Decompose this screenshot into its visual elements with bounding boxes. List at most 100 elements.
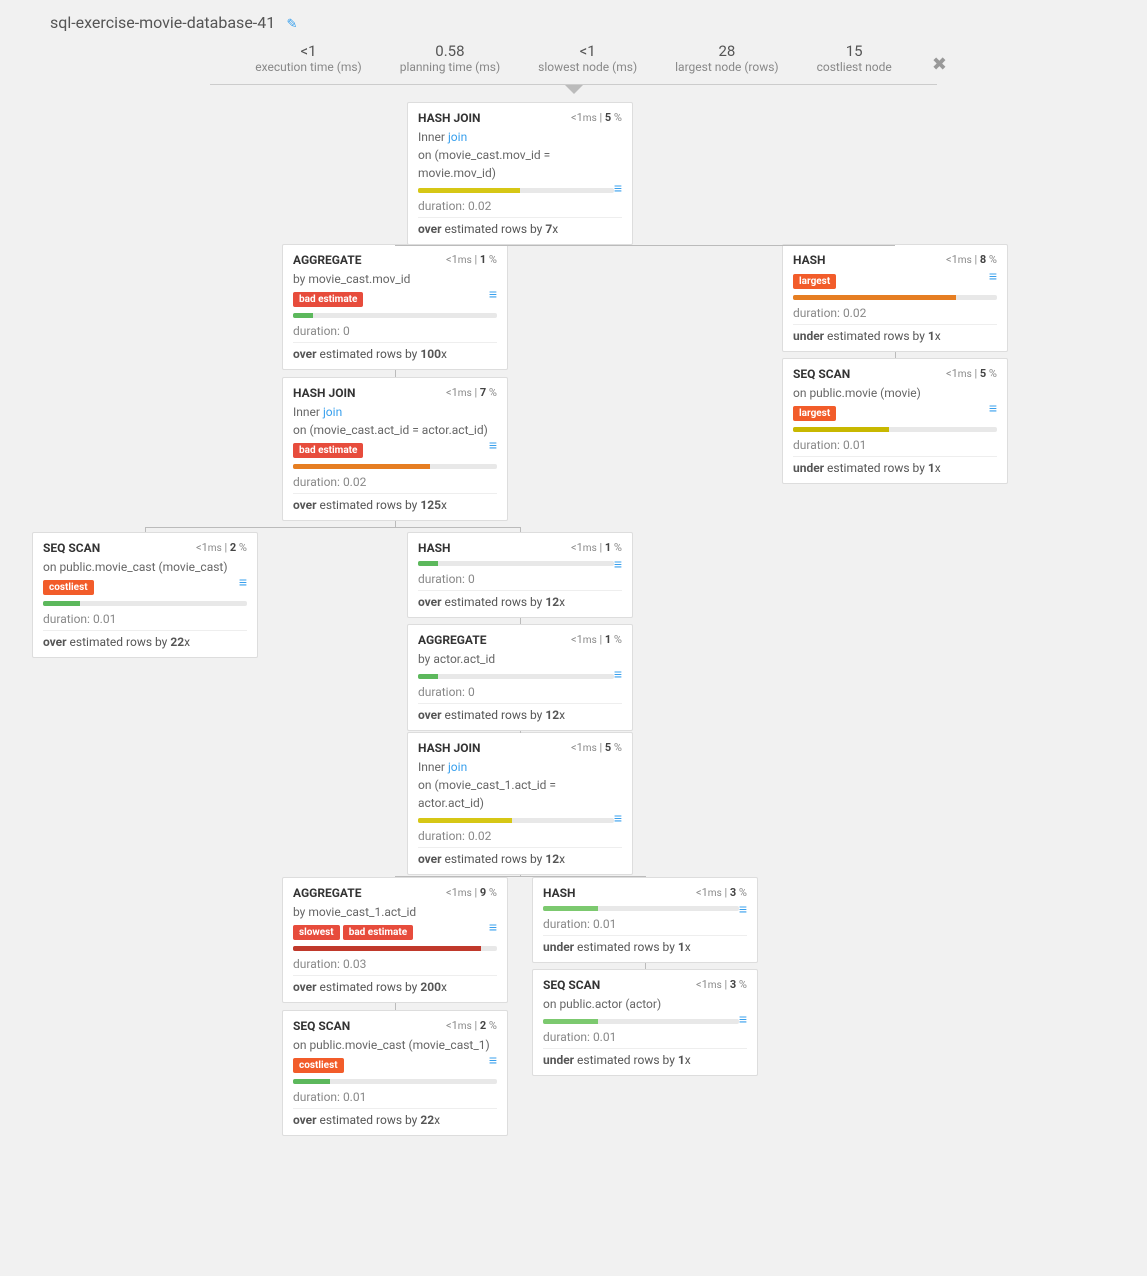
plan-node[interactable]: HASH JOIN <1ms | 5 % Inner joinon (movie… <box>407 102 633 245</box>
badge: largest <box>793 274 836 289</box>
node-meta: <1ms | 5 % <box>571 111 622 124</box>
database-icon: ≡ <box>614 666 622 683</box>
duration: duration: 0.03 <box>293 957 497 971</box>
database-icon: ≡ <box>739 1011 747 1028</box>
duration: duration: 0 <box>418 572 622 586</box>
node-title: SEQ SCAN <box>793 367 850 381</box>
plan-node[interactable]: AGGREGATE <1ms | 9 % by movie_cast_1.act… <box>282 877 508 1003</box>
estimate: under estimated rows by 1x <box>543 1048 747 1067</box>
node-title: AGGREGATE <box>293 886 361 900</box>
node-meta: <1ms | 3 % <box>696 886 747 899</box>
plan-node[interactable]: SEQ SCAN <1ms | 2 % on public.movie_cast… <box>282 1010 508 1136</box>
arrow-down-icon <box>565 85 583 94</box>
badge: bad estimate <box>293 292 363 307</box>
plan-node[interactable]: SEQ SCAN <1ms | 3 % on public.actor (act… <box>532 969 758 1076</box>
progress-bar <box>543 1019 739 1024</box>
plan-node[interactable]: AGGREGATE <1ms | 1 % by actor.act_id≡ du… <box>407 624 633 731</box>
estimate: under estimated rows by 1x <box>793 324 997 343</box>
node-title: HASH JOIN <box>418 111 480 125</box>
progress-bar <box>293 946 497 951</box>
plan-tree: HASH JOIN <1ms | 5 % Inner joinon (movie… <box>0 102 1147 1232</box>
node-title: SEQ SCAN <box>43 541 100 555</box>
estimate: over estimated rows by 12x <box>418 590 622 609</box>
duration: duration: 0 <box>418 685 622 699</box>
progress-bar <box>793 427 997 432</box>
plan-node[interactable]: SEQ SCAN <1ms | 5 % on public.movie (mov… <box>782 358 1008 484</box>
estimate: over estimated rows by 22x <box>293 1108 497 1127</box>
close-icon[interactable]: ✖ <box>932 54 947 75</box>
database-icon: ≡ <box>739 901 747 918</box>
duration: duration: 0.01 <box>43 612 247 626</box>
node-meta: <1ms | 1 % <box>446 253 497 266</box>
progress-bar <box>793 295 997 300</box>
estimate: over estimated rows by 12x <box>418 703 622 722</box>
progress-bar <box>418 188 614 193</box>
estimate: under estimated rows by 1x <box>543 935 747 954</box>
duration: duration: 0.02 <box>793 306 997 320</box>
progress-bar <box>418 674 614 679</box>
database-icon: ≡ <box>239 574 247 591</box>
node-title: HASH <box>543 886 576 900</box>
plan-node[interactable]: SEQ SCAN <1ms | 2 % on public.movie_cast… <box>32 532 258 658</box>
progress-bar <box>293 1079 497 1084</box>
duration: duration: 0.02 <box>293 475 497 489</box>
badge: bad estimate <box>293 443 363 458</box>
duration: duration: 0.02 <box>418 829 622 843</box>
plan-node[interactable]: HASH <1ms | 8 % ≡ largest duration: 0.02… <box>782 244 1008 352</box>
database-icon: ≡ <box>489 286 497 303</box>
plan-node[interactable]: HASH JOIN <1ms | 7 % Inner joinon (movie… <box>282 377 508 521</box>
database-icon: ≡ <box>989 268 997 285</box>
edit-icon[interactable]: ✎ <box>286 17 297 32</box>
duration: duration: 0.01 <box>543 917 747 931</box>
duration: duration: 0.02 <box>418 199 622 213</box>
stat-costliest-node: 15costliest node <box>817 42 892 74</box>
database-icon: ≡ <box>489 1052 497 1069</box>
database-icon: ≡ <box>989 400 997 417</box>
progress-bar <box>43 601 247 606</box>
duration: duration: 0.01 <box>293 1090 497 1104</box>
database-icon: ≡ <box>489 919 497 936</box>
node-meta: <1ms | 1 % <box>571 633 622 646</box>
estimate: under estimated rows by 1x <box>793 456 997 475</box>
estimate: over estimated rows by 100x <box>293 342 497 361</box>
node-title: HASH JOIN <box>293 386 355 400</box>
database-icon: ≡ <box>614 556 622 573</box>
estimate: over estimated rows by 125x <box>293 493 497 512</box>
node-title: HASH <box>793 253 826 267</box>
estimate: over estimated rows by 200x <box>293 975 497 994</box>
progress-bar <box>293 464 497 469</box>
page-title: sql-exercise-movie-database-41 <box>50 13 275 32</box>
estimate: over estimated rows by 22x <box>43 630 247 649</box>
node-title: SEQ SCAN <box>293 1019 350 1033</box>
node-title: AGGREGATE <box>293 253 361 267</box>
node-title: HASH <box>418 541 451 555</box>
stat-exec-time: <1execution time (ms) <box>255 42 361 74</box>
plan-node[interactable]: HASH <1ms | 1 % ≡ duration: 0 over estim… <box>407 532 633 618</box>
badge: slowest <box>293 925 340 940</box>
node-meta: <1ms | 7 % <box>446 386 497 399</box>
stats-bar: <1execution time (ms) 0.58planning time … <box>210 42 937 85</box>
node-title: SEQ SCAN <box>543 978 600 992</box>
progress-bar <box>418 561 614 566</box>
node-meta: <1ms | 5 % <box>946 367 997 380</box>
badge: largest <box>793 406 836 421</box>
plan-node[interactable]: HASH <1ms | 3 % ≡ duration: 0.01 under e… <box>532 877 758 963</box>
progress-bar <box>543 906 739 911</box>
node-meta: <1ms | 5 % <box>571 741 622 754</box>
progress-bar <box>418 818 614 823</box>
plan-node[interactable]: AGGREGATE <1ms | 1 % by movie_cast.mov_i… <box>282 244 508 370</box>
database-icon: ≡ <box>614 180 622 197</box>
duration: duration: 0.01 <box>543 1030 747 1044</box>
node-title: HASH JOIN <box>418 741 480 755</box>
node-meta: <1ms | 1 % <box>571 541 622 554</box>
estimate: over estimated rows by 12x <box>418 847 622 866</box>
stat-slowest-node: <1slowest node (ms) <box>538 42 637 74</box>
node-meta: <1ms | 2 % <box>196 541 247 554</box>
progress-bar <box>293 313 497 318</box>
node-meta: <1ms | 2 % <box>446 1019 497 1032</box>
badge: costliest <box>43 580 94 595</box>
node-meta: <1ms | 3 % <box>696 978 747 991</box>
stat-planning-time: 0.58planning time (ms) <box>400 42 500 74</box>
badge: costliest <box>293 1058 344 1073</box>
plan-node[interactable]: HASH JOIN <1ms | 5 % Inner joinon (movie… <box>407 732 633 875</box>
